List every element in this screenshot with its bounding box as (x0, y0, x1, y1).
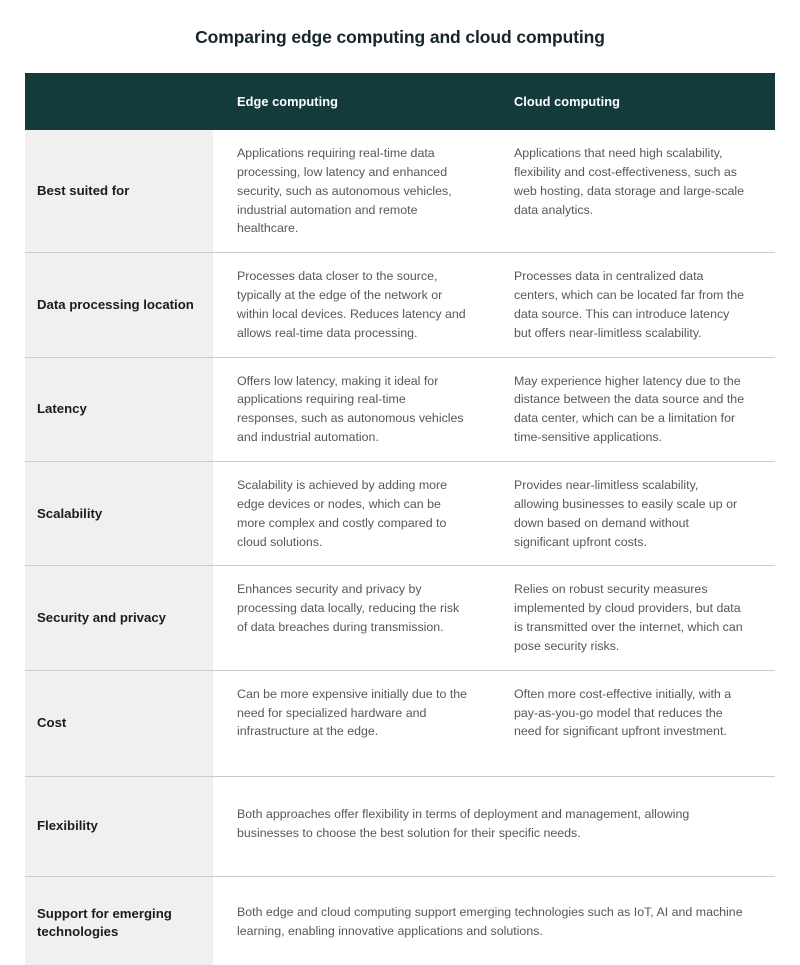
row-label: Flexibility (25, 776, 213, 876)
row-label: Scalability (25, 461, 213, 566)
cell-edge: Applications requiring real-time data pr… (237, 146, 452, 236)
row-cells: Applications requiring real-time data pr… (213, 130, 775, 253)
row-cells: Scalability is achieved by adding more e… (213, 461, 775, 566)
cell-edge: Enhances security and privacy by process… (237, 582, 460, 635)
table-row: Best suited for Applications requiring r… (25, 130, 775, 254)
table-row: Flexibility Both approaches offer flexib… (25, 776, 775, 877)
row-cells: Both edge and cloud computing support em… (213, 876, 775, 965)
comparison-table-page: Comparing edge computing and cloud compu… (0, 0, 800, 965)
table-header-row: Edge computing Cloud computing (25, 73, 775, 130)
table-header-criterion-spacer (25, 73, 213, 130)
cell-edge: Offers low latency, making it ideal for … (237, 373, 464, 445)
cell-shared: Both edge and cloud computing support em… (237, 904, 743, 938)
cell-shared: Both approaches offer flexibility in ter… (237, 806, 690, 840)
cell-edge: Scalability is achieved by adding more e… (237, 477, 448, 549)
table-row: Latency Offers low latency, making it id… (25, 357, 775, 462)
row-cells: Enhances security and privacy by process… (213, 566, 775, 670)
row-cells: Both approaches offer flexibility in ter… (213, 776, 775, 876)
table-header-edge-computing: Edge computing (237, 94, 338, 109)
page-title: Comparing edge computing and cloud compu… (195, 27, 605, 47)
cell-cloud: Processes data in centralized data cente… (514, 269, 745, 340)
table-row: Scalability Scalability is achieved by a… (25, 461, 775, 567)
table-header-cloud-computing: Cloud computing (514, 94, 620, 109)
cell-edge: Processes data closer to the source, typ… (237, 269, 466, 340)
row-label: Security and privacy (25, 566, 213, 670)
cell-edge: Can be more expensive initially due to t… (237, 686, 468, 739)
table-row: Data processing location Processes data … (25, 253, 775, 358)
table-row: Security and privacy Enhances security a… (25, 566, 775, 671)
cell-cloud: Provides near-limitless scalability, all… (514, 477, 738, 549)
row-cells: Can be more expensive initially due to t… (213, 670, 775, 776)
row-cells: Processes data closer to the source, typ… (213, 253, 775, 357)
row-cells: Offers low latency, making it ideal for … (213, 357, 775, 461)
row-label: Best suited for (25, 130, 213, 253)
row-label: Data processing location (25, 253, 213, 357)
table-row: Support for emerging technologies Both e… (25, 876, 775, 965)
cell-cloud: May experience higher latency due to the… (514, 373, 745, 445)
row-label: Latency (25, 357, 213, 461)
cell-cloud: Applications that need high scalability,… (514, 146, 745, 217)
comparison-table: Edge computing Cloud computing Best suit… (25, 73, 775, 965)
row-label: Cost (25, 670, 213, 776)
cell-cloud: Relies on robust security measures imple… (514, 582, 743, 653)
cell-cloud: Often more cost-effective initially, wit… (514, 686, 732, 739)
table-row: Cost Can be more expensive initially due… (25, 670, 775, 777)
row-label: Support for emerging technologies (25, 876, 213, 965)
